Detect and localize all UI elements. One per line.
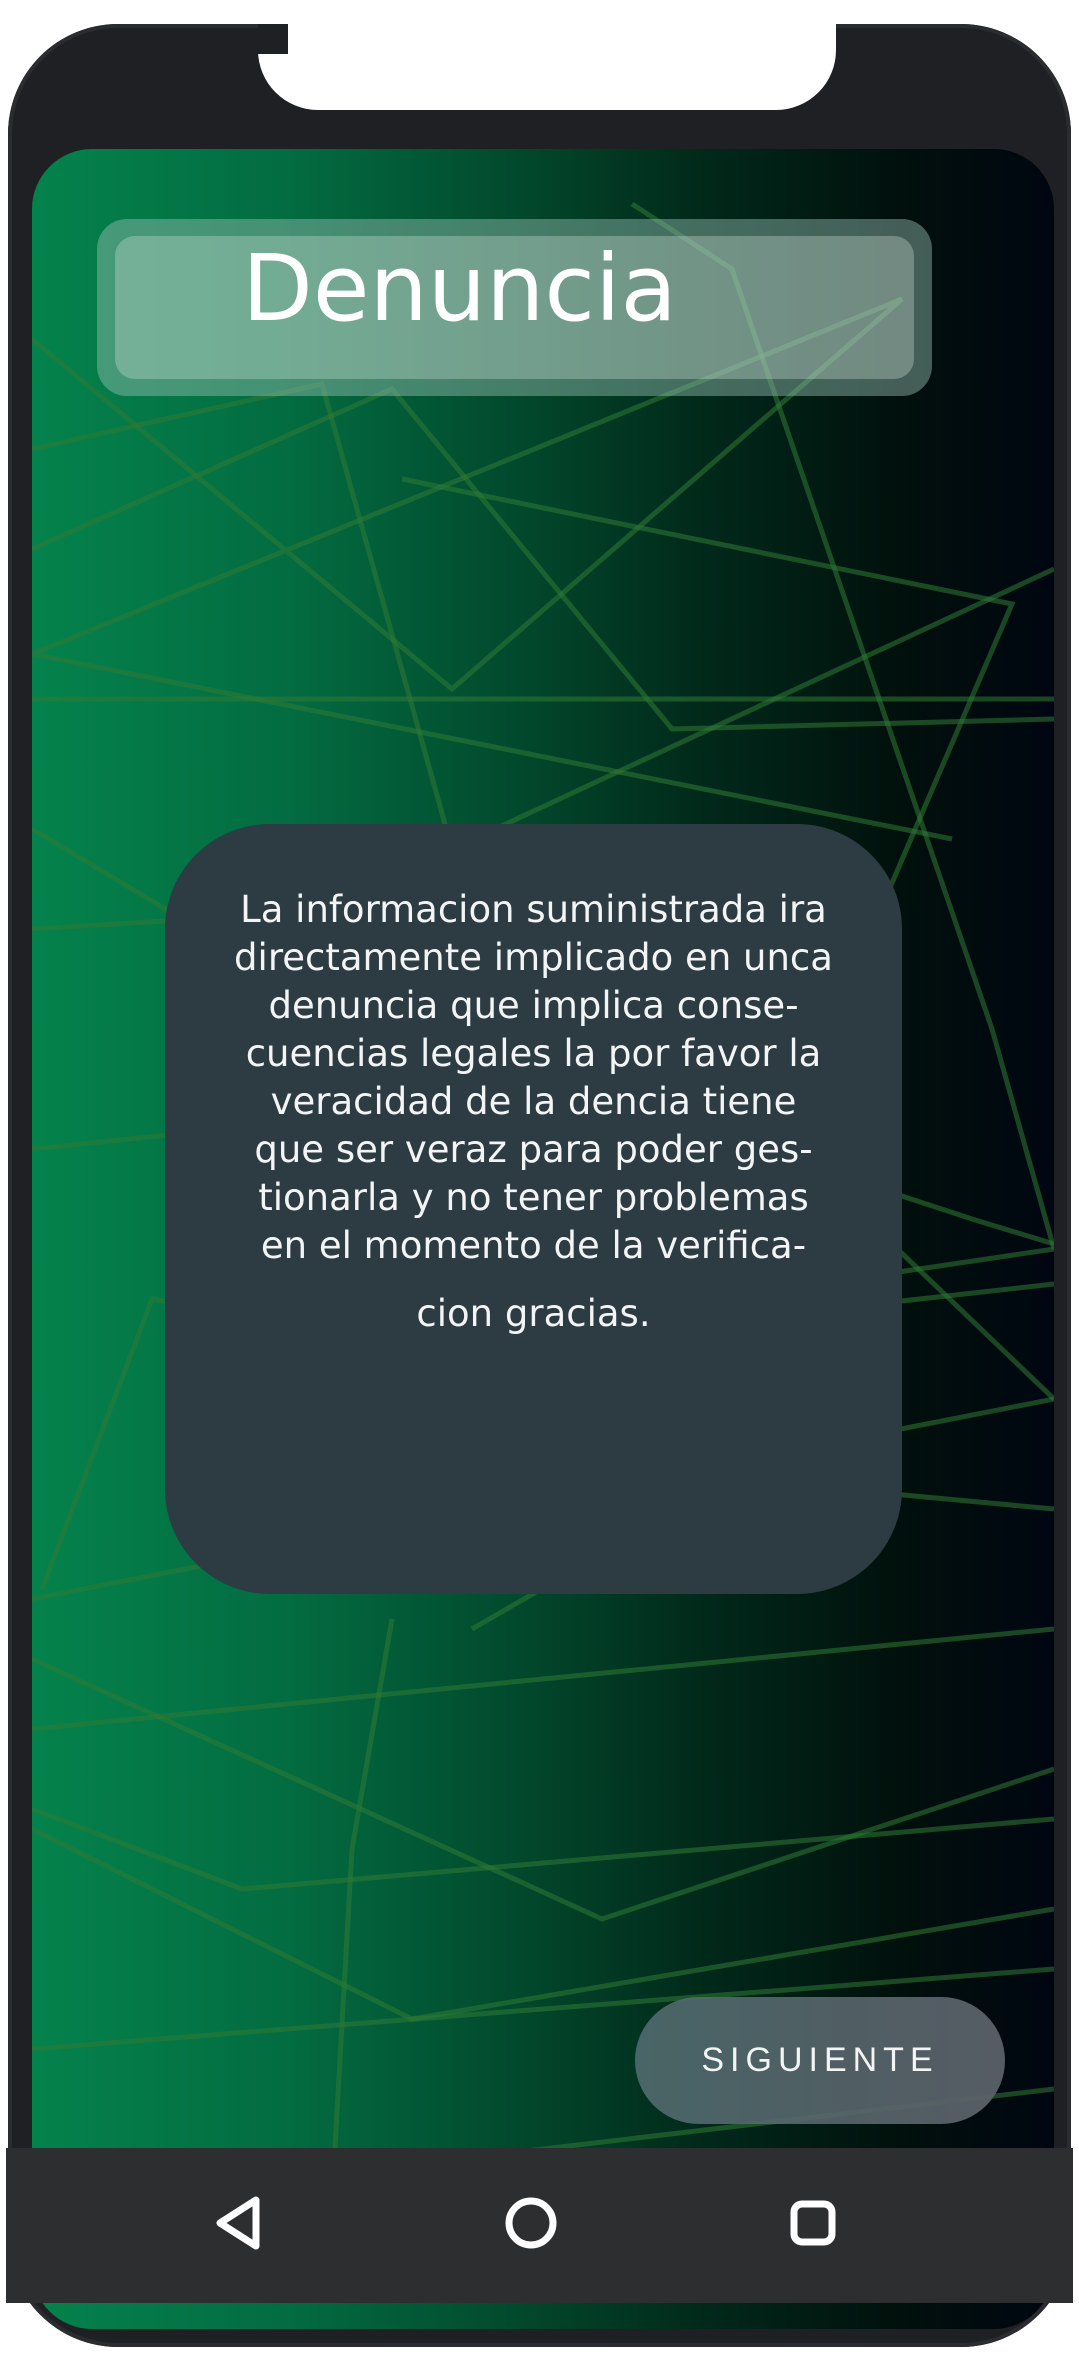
notice-line: que ser veraz para poder ges- xyxy=(254,1128,813,1171)
recents-icon[interactable] xyxy=(778,2188,848,2258)
notice-line: denuncia que implica conse- xyxy=(268,984,799,1027)
back-icon[interactable] xyxy=(206,2188,276,2258)
system-navigation-bar xyxy=(6,2148,1073,2303)
phone-frame: Denuncia La informacion suministrada ira… xyxy=(8,24,1071,2347)
notice-line: veracidad de la dencia tiene xyxy=(270,1080,797,1123)
notice-line: directamente implicado en unca xyxy=(234,936,833,979)
app-screen: Denuncia La informacion suministrada ira… xyxy=(32,149,1054,2329)
title-card: Denuncia xyxy=(97,219,932,396)
home-icon[interactable] xyxy=(496,2188,566,2258)
next-button[interactable]: SIGUIENTE xyxy=(635,1997,1005,2124)
notice-line: tionarla y no tener problemas xyxy=(258,1176,809,1219)
notice-line: La informacion suministrada ira xyxy=(240,888,827,931)
page-title: Denuncia xyxy=(242,235,677,342)
notice-line: cion gracias. xyxy=(416,1292,651,1335)
notice-line: en el momento de la verifica- xyxy=(260,1224,807,1267)
notice-text: La informacion suministrada ira directam… xyxy=(195,886,872,1338)
notice-card: La informacion suministrada ira directam… xyxy=(165,824,902,1594)
notice-line: cuencias legales la por favor la xyxy=(245,1032,822,1075)
camera-notch xyxy=(258,24,836,110)
